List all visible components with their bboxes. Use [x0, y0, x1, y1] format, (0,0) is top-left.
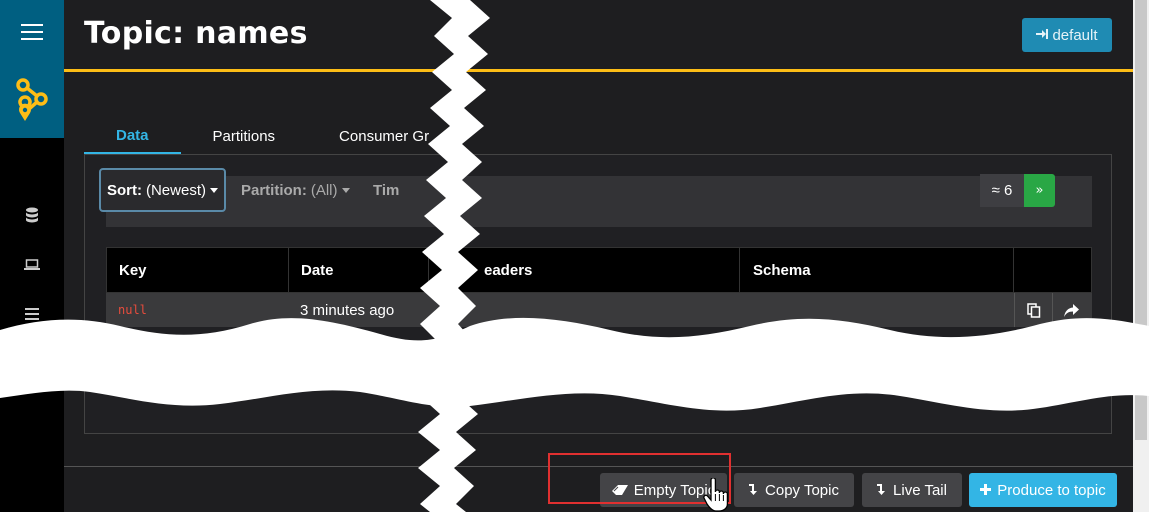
partition-value: (All)	[310, 181, 338, 199]
level-down-icon	[749, 482, 759, 499]
timestamp-dropdown[interactable]: Tim	[373, 168, 399, 212]
share-icon	[1064, 303, 1079, 317]
message-count-badge: ≈ 6	[980, 174, 1024, 207]
list-icon[interactable]	[22, 304, 42, 324]
hamburger-menu-button[interactable]	[0, 0, 64, 64]
database-icon[interactable]	[22, 205, 42, 225]
tab-data[interactable]: Data	[84, 118, 181, 155]
next-page-button[interactable]: »	[1024, 174, 1055, 207]
topic-tabs: Data Partitions Consumer Gr	[84, 118, 461, 155]
level-down-icon	[877, 482, 887, 499]
table-header: Key Date eaders Schema	[106, 247, 1092, 293]
plus-icon	[980, 482, 992, 499]
column-header-date: Date	[289, 248, 429, 292]
sort-value: (Newest)	[145, 181, 206, 199]
tab-consumer-groups[interactable]: Consumer Gr	[307, 118, 461, 155]
copy-topic-label: Copy Topic	[765, 481, 839, 499]
cell-date: 3 minutes ago	[300, 301, 395, 319]
akhq-logo-icon	[16, 78, 48, 121]
table-row: null 3 minutes ago	[106, 293, 1092, 327]
live-tail-button[interactable]: Live Tail	[862, 473, 962, 507]
hand-pointer-cursor-icon	[703, 477, 731, 512]
page-header: Topic: names default	[64, 0, 1133, 72]
message-value-preview: {"data": "na	[119, 383, 199, 396]
sidebar	[0, 0, 64, 512]
copy-topic-button[interactable]: Copy Topic	[734, 473, 854, 507]
laptop-icon[interactable]	[22, 255, 42, 275]
chevron-down-icon	[341, 187, 350, 193]
tab-partitions[interactable]: Partitions	[181, 118, 308, 155]
page-title: Topic: names	[84, 16, 308, 51]
live-tail-label: Live Tail	[893, 481, 947, 499]
app-logo	[0, 64, 64, 138]
eraser-icon	[611, 482, 628, 499]
sign-in-icon	[1036, 27, 1049, 44]
copy-message-button[interactable]	[1014, 293, 1052, 327]
hamburger-icon	[21, 24, 43, 40]
column-header-headers: eaders	[472, 248, 740, 292]
produce-to-topic-button[interactable]: Produce to topic	[969, 473, 1117, 507]
sort-label: Sort:	[106, 181, 142, 199]
cluster-button-label: default	[1052, 26, 1098, 44]
scrollbar-thumb[interactable]	[1135, 0, 1147, 440]
partition-dropdown[interactable]: Partition: (All)	[241, 168, 350, 212]
share-message-button[interactable]	[1052, 293, 1090, 327]
data-panel: Sort: (Newest) Partition: (All) Tim ≈ 6 …	[84, 154, 1112, 434]
cluster-default-button[interactable]: default	[1022, 18, 1112, 52]
column-header-key: Key	[107, 248, 289, 292]
app-window: Topic: names default Data Partitions Con…	[0, 0, 1149, 512]
column-header-schema: Schema	[741, 248, 1014, 292]
sort-dropdown[interactable]: Sort: (Newest)	[99, 168, 226, 212]
cell-key: null	[118, 303, 147, 317]
copy-icon	[1026, 302, 1040, 318]
chevron-down-icon	[210, 187, 218, 193]
partition-label: Partition:	[241, 181, 307, 199]
produce-label: Produce to topic	[997, 481, 1106, 499]
